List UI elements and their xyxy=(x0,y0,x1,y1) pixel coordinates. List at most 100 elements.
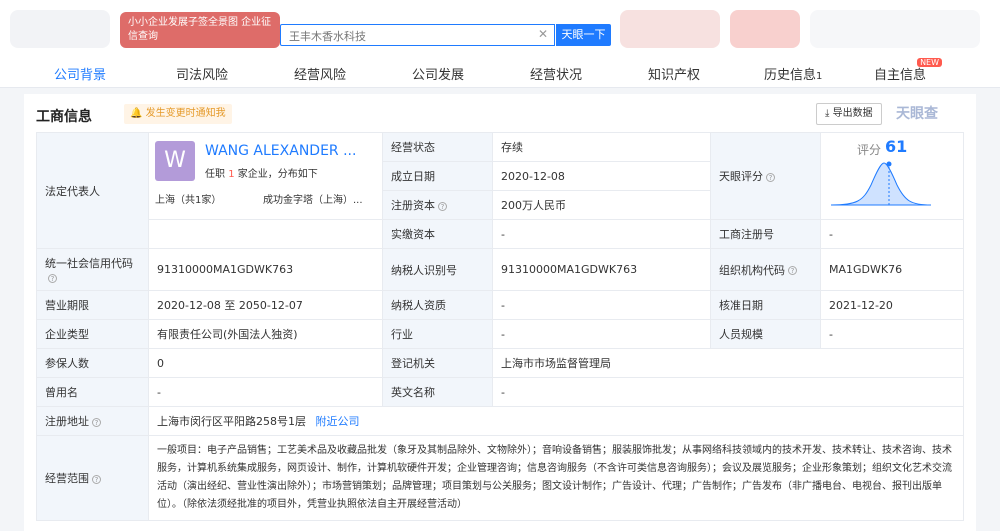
help-icon[interactable]: ? xyxy=(766,172,775,182)
distribution-curve xyxy=(830,162,932,206)
tab-judicial-risk[interactable]: 司法风险 xyxy=(176,64,228,83)
search-input[interactable]: 王丰木香水科技 ✕ xyxy=(280,24,555,46)
credit-code-label: 统一社会信用代码 xyxy=(45,257,133,270)
blurred-right-area-2 xyxy=(730,10,800,48)
clear-icon[interactable]: ✕ xyxy=(538,27,548,41)
table-row: 法定代表人 W WANG ALEXANDER ... 任职 1 家企业，分布如下… xyxy=(36,132,964,249)
bell-icon: 🔔 xyxy=(130,108,143,119)
search-value: 王丰木香水科技 xyxy=(289,30,366,43)
help-icon[interactable]: ? xyxy=(438,201,447,211)
insured-label: 参保人数 xyxy=(36,348,149,378)
blurred-left-area xyxy=(10,10,110,48)
paid-capital-value: - xyxy=(492,219,711,249)
org-code-label: 组织机构代码 xyxy=(719,263,785,277)
address-label-cell: 注册地址? xyxy=(36,406,149,436)
blurred-right-area-3 xyxy=(810,10,980,48)
english-name-label: 英文名称 xyxy=(382,377,493,407)
founded-value: 2020-12-08 xyxy=(492,161,711,191)
staff-size-label: 人员规模 xyxy=(710,319,821,349)
help-icon[interactable]: ? xyxy=(92,417,101,427)
approve-date-label: 核准日期 xyxy=(710,290,821,320)
legal-rep-summary-prefix: 任职 xyxy=(205,169,225,180)
avatar[interactable]: W xyxy=(155,141,195,181)
banner-logo[interactable]: 小小企业发展子签全景图 企业征信查询 xyxy=(120,12,280,48)
nearby-companies-link[interactable]: 附近公司 xyxy=(316,415,360,428)
former-name-value: - xyxy=(148,377,383,407)
tab-history-count: 1 xyxy=(816,71,823,82)
reg-no-value: - xyxy=(820,219,964,249)
credit-code-label-cell: 统一社会信用代码? xyxy=(36,248,149,291)
english-name-value: - xyxy=(492,377,964,407)
tab-company-background[interactable]: 公司背景 xyxy=(54,64,106,83)
top-bar: 小小企业发展子签全景图 企业征信查询 王丰木香水科技 ✕ 天眼一下 xyxy=(0,0,1000,58)
new-badge: NEW xyxy=(917,58,943,67)
brand-watermark: 天眼查 xyxy=(896,106,938,122)
company-type-label: 企业类型 xyxy=(36,319,149,349)
legal-rep-summary-suffix: 家企业，分布如下 xyxy=(237,169,318,180)
score-value: 61 xyxy=(885,137,908,156)
score-label: 天眼评分 xyxy=(719,170,763,183)
status-value: 存续 xyxy=(492,132,711,162)
tab-self-info-label: 自主信息 xyxy=(874,68,927,83)
change-notify-button[interactable]: 🔔 发生变更时通知我 xyxy=(124,104,232,124)
scope-label: 经营范围 xyxy=(45,472,89,485)
tab-operating-status[interactable]: 经营状况 xyxy=(530,64,582,83)
tax-qual-label: 纳税人资质 xyxy=(382,290,493,320)
score-distribution-chart xyxy=(830,161,932,206)
legal-rep-company-count[interactable]: 1 xyxy=(228,169,234,180)
authority-label: 登记机关 xyxy=(382,348,493,378)
tax-qual-value: - xyxy=(492,290,711,320)
capital-label-cell: 注册资本? xyxy=(382,190,493,220)
tab-self-info[interactable]: 自主信息 NEW xyxy=(874,58,943,83)
score-title: 评分 xyxy=(857,143,882,157)
authority-value: 上海市市场监督管理局 xyxy=(492,348,964,378)
tab-company-development[interactable]: 公司发展 xyxy=(412,64,464,83)
legal-rep-summary: 任职 1 家企业，分布如下 xyxy=(205,165,318,180)
paid-capital-label: 实缴资本 xyxy=(382,219,493,249)
tax-id-label: 纳税人识别号 xyxy=(382,248,493,291)
org-code-label-cell: 组织机构代码? xyxy=(710,248,821,291)
score-label-cell: 天眼评分? xyxy=(710,132,821,220)
scope-label-cell: 经营范围? xyxy=(36,435,149,521)
legal-rep-location-2[interactable]: 成功金字塔（上海）... xyxy=(263,191,363,206)
legal-rep-card[interactable]: W WANG ALEXANDER ... 任职 1 家企业，分布如下 上海（共1… xyxy=(148,132,383,220)
tab-bar: 公司背景 司法风险 经营风险 公司发展 经营状况 知识产权 历史信息1 自主信息… xyxy=(0,58,1000,88)
business-info-panel: 工商信息 🔔 发生变更时通知我 ⤓ 导出数据 天眼查 法定代表人 W WANG … xyxy=(24,94,976,531)
legal-rep-label: 法定代表人 xyxy=(36,132,149,249)
help-icon[interactable]: ? xyxy=(788,266,797,275)
credit-code-value[interactable]: 91310000MA1GDWK763 xyxy=(148,248,383,291)
change-notify-label: 发生变更时通知我 xyxy=(145,108,226,119)
score-cell[interactable]: 评分 61 xyxy=(820,132,964,220)
former-name-label: 曾用名 xyxy=(36,377,149,407)
score-marker-dot xyxy=(886,161,892,167)
table-row: 注册地址? 上海市闵行区平阳路258号1层 附近公司 xyxy=(36,406,964,436)
table-row: 经营范围? 一般项目：电子产品销售；工艺美术品及收藏品批发（象牙及其制品除外、文… xyxy=(36,435,964,521)
table-row: 企业类型 有限责任公司(外国法人独资) 行业 - 人员规模 - xyxy=(36,319,964,349)
download-icon: ⤓ xyxy=(825,108,830,119)
approve-date-value: 2021-12-20 xyxy=(820,290,964,320)
table-row: 曾用名 - 英文名称 - xyxy=(36,377,964,407)
insured-value: 0 xyxy=(148,348,383,378)
tax-id-value[interactable]: 91310000MA1GDWK763 xyxy=(492,248,711,291)
legal-rep-location-1[interactable]: 上海（共1家） xyxy=(155,191,221,206)
capital-label: 注册资本 xyxy=(391,199,435,212)
legal-rep-name[interactable]: WANG ALEXANDER ... xyxy=(205,143,356,159)
blurred-right-area xyxy=(620,10,720,48)
search-button[interactable]: 天眼一下 xyxy=(556,24,611,46)
export-button[interactable]: ⤓ 导出数据 xyxy=(816,103,882,125)
status-label: 经营状态 xyxy=(382,132,493,162)
help-icon[interactable]: ? xyxy=(48,273,57,283)
table-row: 统一社会信用代码? 91310000MA1GDWK763 纳税人识别号 9131… xyxy=(36,248,964,291)
tab-history[interactable]: 历史信息1 xyxy=(764,64,822,83)
industry-value: - xyxy=(492,319,711,349)
empty-cell xyxy=(148,219,383,249)
capital-value: 200万人民币 xyxy=(492,190,711,220)
tab-operating-risk[interactable]: 经营风险 xyxy=(294,64,346,83)
address-label: 注册地址 xyxy=(45,415,89,428)
tab-intellectual-property[interactable]: 知识产权 xyxy=(648,64,700,83)
help-icon[interactable]: ? xyxy=(92,474,101,484)
section-title: 工商信息 xyxy=(36,109,92,125)
org-code-value[interactable]: MA1GDWK76 xyxy=(820,248,964,291)
business-info-table: 法定代表人 W WANG ALEXANDER ... 任职 1 家企业，分布如下… xyxy=(36,132,964,521)
term-label: 营业期限 xyxy=(36,290,149,320)
